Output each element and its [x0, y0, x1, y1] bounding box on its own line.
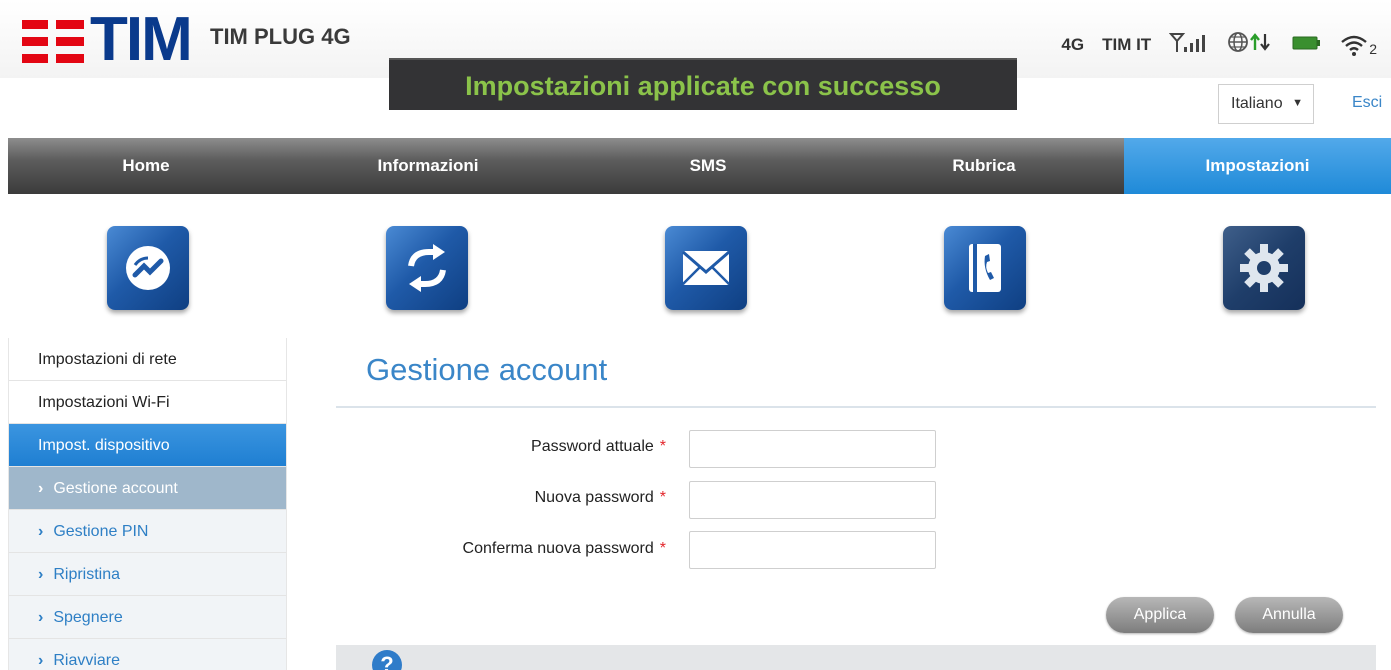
nav-impostazioni[interactable]: Impostazioni — [1124, 138, 1391, 194]
language-selected: Italiano — [1231, 95, 1283, 112]
logout-link[interactable]: Esci — [1352, 94, 1382, 112]
required-mark: * — [659, 438, 666, 455]
help-bar — [336, 645, 1376, 670]
new-password-field[interactable] — [689, 481, 936, 519]
app-root: TIM TIM PLUG 4G 4G TIM IT 2 Impostazioni… — [0, 0, 1391, 670]
sidebar-subitem-label: Ripristina — [53, 566, 121, 583]
sidebar-subitem-shutdown[interactable]: › Spegnere — [8, 596, 287, 639]
sidebar-item-wifi-settings[interactable]: Impostazioni Wi-Fi — [8, 381, 287, 424]
nav-sms[interactable]: SMS — [572, 138, 844, 194]
sidebar-subitem-reboot[interactable]: › Riavviare — [8, 639, 287, 670]
chevron-right-icon: › — [38, 523, 44, 540]
settings-gear-icon[interactable] — [1223, 226, 1305, 310]
confirm-password-label-text: Conferma nuova password — [462, 540, 654, 557]
current-password-label: Password attuale * — [531, 438, 666, 456]
sidebar-subitem-label: Riavviare — [53, 652, 121, 669]
info-refresh-icon[interactable] — [386, 226, 468, 310]
confirm-password-label: Conferma nuova password * — [463, 540, 666, 558]
success-toast: Impostazioni applicate con successo — [389, 58, 1017, 110]
main-nav: Home Informazioni SMS Rubrica Impostazio… — [8, 138, 1391, 194]
sidebar-item-device-settings[interactable]: Impost. dispositivo — [8, 424, 287, 467]
signal-icon — [1169, 31, 1209, 58]
tim-logo: TIM — [22, 5, 193, 74]
product-name: TIM PLUG 4G — [210, 24, 351, 49]
sms-envelope-icon[interactable] — [665, 226, 747, 310]
sidebar-subitem-label: Spegnere — [53, 609, 123, 626]
status-bar: 4G TIM IT 2 — [1061, 30, 1377, 59]
nav-rubrica[interactable]: Rubrica — [844, 138, 1124, 194]
wifi-clients-count: 2 — [1369, 40, 1377, 57]
network-type: 4G — [1061, 34, 1085, 54]
battery-icon — [1291, 32, 1321, 57]
new-password-label-text: Nuova password — [534, 489, 654, 506]
sidebar: Impostazioni di rete Impostazioni Wi-Fi … — [8, 338, 287, 670]
apply-button[interactable]: Applica — [1106, 597, 1214, 633]
required-mark: * — [659, 540, 666, 557]
chevron-right-icon: › — [38, 609, 44, 626]
sidebar-subitem-restore[interactable]: › Ripristina — [8, 553, 287, 596]
current-password-label-text: Password attuale — [531, 438, 654, 455]
current-password-field[interactable] — [689, 430, 936, 468]
confirm-password-field[interactable] — [689, 531, 936, 569]
tim-logo-mark — [22, 20, 86, 70]
cancel-button[interactable]: Annulla — [1235, 597, 1343, 633]
sidebar-subitem-label: Gestione account — [53, 480, 178, 497]
nav-home[interactable]: Home — [8, 138, 284, 194]
chevron-down-icon: ▼ — [1292, 97, 1303, 109]
wifi-icon: 2 — [1339, 33, 1377, 57]
required-mark: * — [659, 489, 666, 506]
home-connection-icon[interactable] — [107, 226, 189, 310]
chevron-right-icon: › — [38, 652, 44, 669]
globe-icon — [1227, 30, 1273, 59]
sidebar-subitem-label: Gestione PIN — [53, 523, 149, 540]
phonebook-icon[interactable] — [944, 226, 1026, 310]
chevron-right-icon: › — [38, 480, 44, 497]
nav-informazioni[interactable]: Informazioni — [284, 138, 572, 194]
chevron-right-icon: › — [38, 566, 44, 583]
sidebar-subitem-pin-management[interactable]: › Gestione PIN — [8, 510, 287, 553]
sidebar-subitem-account-management[interactable]: › Gestione account — [8, 467, 287, 510]
language-select[interactable]: Italiano ▼ — [1218, 84, 1314, 124]
operator-name: TIM IT — [1102, 34, 1152, 54]
page-title: Gestione account — [366, 352, 608, 387]
sidebar-item-network-settings[interactable]: Impostazioni di rete — [8, 338, 287, 381]
brand-name: TIM — [90, 5, 193, 74]
title-divider — [336, 406, 1376, 408]
new-password-label: Nuova password * — [535, 489, 666, 507]
